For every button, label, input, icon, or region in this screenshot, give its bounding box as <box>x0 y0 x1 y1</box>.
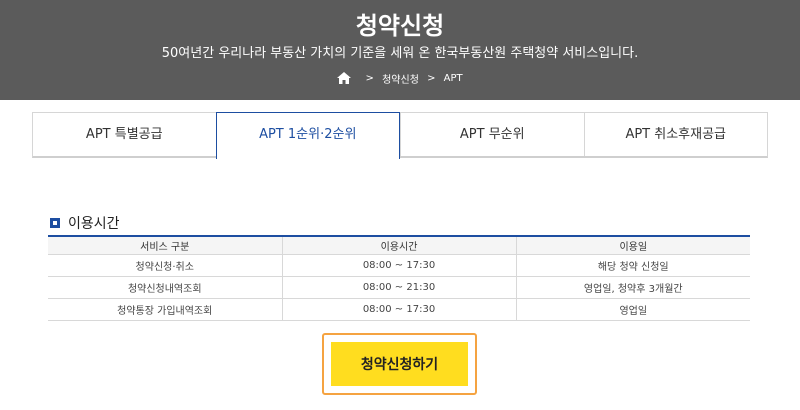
table-cell: 08:00 ~ 17:30 <box>281 253 517 277</box>
table-cell: 청약신청·취소 <box>48 253 283 277</box>
table-cell: 영업일 <box>515 297 750 321</box>
section-heading: 이용시간 <box>50 213 120 233</box>
breadcrumb-item-apply[interactable]: 청약신청 <box>382 71 419 86</box>
tab-apt-rank[interactable]: APT 1순위·2순위 <box>215 112 400 159</box>
table-cell: 청약통장 가입내역조회 <box>48 297 283 321</box>
square-bullet-icon <box>50 218 60 228</box>
column-header: 서비스 구분 <box>48 236 283 255</box>
table-cell: 08:00 ~ 17:30 <box>281 297 517 321</box>
table-cell: 청약신청내역조회 <box>48 275 283 299</box>
table-row: 청약신청·취소 08:00 ~ 17:30 해당 청약 신청일 <box>48 253 750 277</box>
column-header: 이용시간 <box>281 236 517 255</box>
tab-apt-special[interactable]: APT 특별공급 <box>33 113 216 156</box>
chevron-right-icon: > <box>365 73 374 84</box>
column-header: 이용일 <box>515 236 750 255</box>
table-row: 청약신청내역조회 08:00 ~ 21:30 영업일, 청약후 3개월간 <box>48 275 750 299</box>
breadcrumb: > 청약신청 > APT <box>0 71 800 86</box>
tab-apt-resupply[interactable]: APT 취소후재공급 <box>583 113 767 156</box>
table-cell: 해당 청약 신청일 <box>515 253 750 277</box>
page-hero: 청약신청 50여년간 우리나라 부동산 가치의 기준을 세워 온 한국부동산원 … <box>0 0 800 100</box>
table-cell: 영업일, 청약후 3개월간 <box>515 275 750 299</box>
breadcrumb-item-apt[interactable]: APT <box>444 73 463 84</box>
chevron-right-icon: > <box>427 73 436 84</box>
table-row: 청약통장 가입내역조회 08:00 ~ 17:30 영업일 <box>48 297 750 321</box>
tab-apt-unranked[interactable]: APT 무순위 <box>400 113 584 156</box>
table-header-row: 서비스 구분 이용시간 이용일 <box>48 236 750 255</box>
home-icon[interactable] <box>337 71 352 84</box>
page-title: 청약신청 <box>355 12 445 40</box>
table-cell: 08:00 ~ 21:30 <box>281 275 517 299</box>
apply-button-highlight: 청약신청하기 <box>322 333 477 395</box>
hours-table: 서비스 구분 이용시간 이용일 청약신청·취소 08:00 ~ 17:30 해당… <box>48 235 750 321</box>
section-heading-label: 이용시간 <box>68 216 120 232</box>
apply-button[interactable]: 청약신청하기 <box>331 342 468 386</box>
page-subtitle: 50여년간 우리나라 부동산 가치의 기준을 세워 온 한국부동산원 주택청약 … <box>161 46 639 61</box>
tab-bar: APT 특별공급 APT 1순위·2순위 APT 무순위 APT 취소후재공급 <box>32 112 768 159</box>
